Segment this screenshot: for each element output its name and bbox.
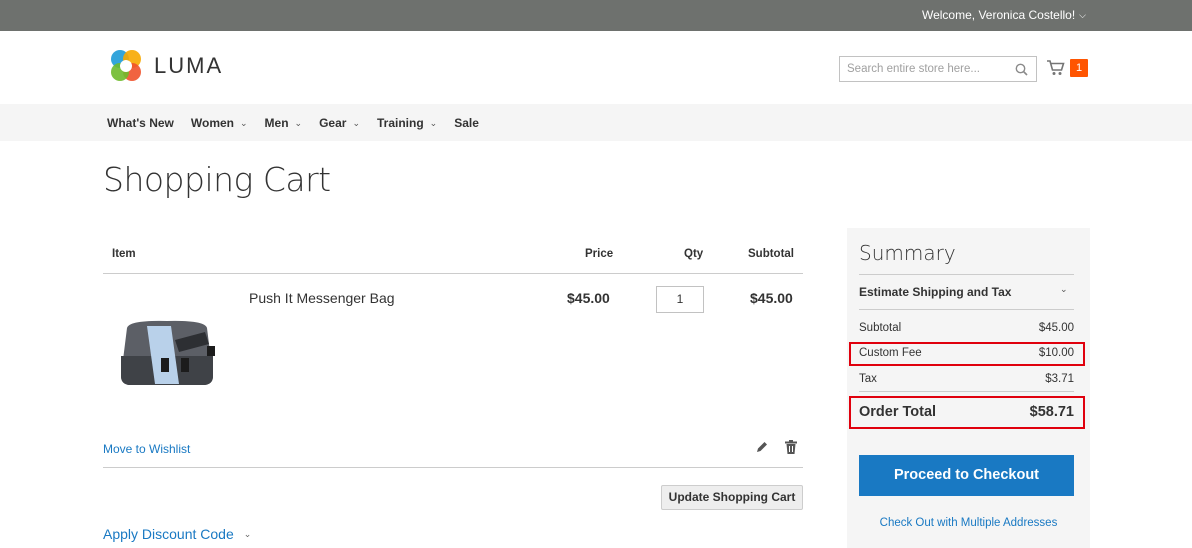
header: LUMA 1 xyxy=(0,31,1192,104)
summary-title: Summary xyxy=(859,241,956,265)
summary-panel: Summary Estimate Shipping and Tax ⌄ Subt… xyxy=(847,228,1090,548)
item-price: $45.00 xyxy=(567,290,610,306)
subtotal-label: Subtotal xyxy=(859,322,902,334)
minicart[interactable]: 1 xyxy=(1046,59,1088,77)
header-price: Price xyxy=(585,248,614,260)
multi-address-checkout-link[interactable]: Check Out with Multiple Addresses xyxy=(847,517,1090,529)
item-subtotal: $45.00 xyxy=(750,290,793,306)
tax-value: $3.71 xyxy=(1045,373,1074,385)
cart-icon xyxy=(1047,60,1065,75)
divider xyxy=(859,391,1074,392)
subtotal-value: $45.00 xyxy=(1038,322,1074,334)
proceed-to-checkout-button[interactable]: Proceed to Checkout xyxy=(859,455,1074,496)
main-navigation: What's New Women ⌄ Men ⌄ Gear ⌄ Training ⌄ S… xyxy=(0,104,1192,141)
search-icon[interactable] xyxy=(1015,63,1028,81)
chevron-down-icon[interactable]: ⌄ xyxy=(1060,284,1068,295)
chevron-down-icon: ⌄ xyxy=(352,117,360,128)
order-total-row: Order Total $58.71 xyxy=(859,404,1074,420)
logo-text: LUMA xyxy=(154,53,224,78)
nav-item-training[interactable]: Training ⌄ xyxy=(377,116,437,130)
qty-input[interactable]: 1 xyxy=(656,286,704,313)
nav-item-sale[interactable]: Sale xyxy=(454,116,479,130)
search-input[interactable] xyxy=(840,57,1010,81)
move-to-wishlist-link[interactable]: Move to Wishlist xyxy=(103,442,190,456)
divider xyxy=(859,309,1074,310)
order-total-value: $58.71 xyxy=(1029,404,1074,420)
item-actions xyxy=(755,440,797,459)
tax-row: Tax $3.71 xyxy=(859,373,1074,385)
chevron-down-icon: ⌵ xyxy=(1079,9,1086,20)
header-subtotal: Subtotal xyxy=(748,248,794,260)
discount-label: Apply Discount Code xyxy=(103,526,234,542)
order-total-label: Order Total xyxy=(859,404,937,420)
divider xyxy=(103,467,803,468)
estimate-shipping-toggle[interactable]: Estimate Shipping and Tax xyxy=(859,285,1011,299)
top-bar: Welcome, Veronica Costello! ⌵ xyxy=(0,0,1192,31)
tax-label: Tax xyxy=(859,373,877,385)
nav-item-whats-new[interactable]: What's New xyxy=(107,116,174,130)
update-cart-button[interactable]: Update Shopping Cart xyxy=(661,485,803,510)
customer-menu[interactable]: Welcome, Veronica Costello! ⌵ xyxy=(922,8,1086,22)
chevron-down-icon: ⌄ xyxy=(294,117,303,128)
product-name-link[interactable]: Push It Messenger Bag xyxy=(249,290,395,306)
chevron-down-icon: ⌄ xyxy=(429,117,438,128)
logo[interactable]: LUMA xyxy=(108,48,223,84)
header-item: Item xyxy=(112,248,136,260)
product-image[interactable] xyxy=(117,318,217,393)
chevron-down-icon: ⌄ xyxy=(243,528,252,539)
nav-item-women[interactable]: Women ⌄ xyxy=(191,116,248,130)
nav-item-gear[interactable]: Gear ⌄ xyxy=(319,116,360,130)
page-title: Shopping Cart xyxy=(103,160,331,199)
chevron-down-icon: ⌄ xyxy=(240,117,248,128)
search-box xyxy=(839,56,1037,82)
luma-logo-icon xyxy=(111,50,141,81)
divider xyxy=(859,274,1074,275)
pencil-icon[interactable] xyxy=(755,440,769,459)
cart-count-badge: 1 xyxy=(1070,59,1088,77)
nav-item-men[interactable]: Men ⌄ xyxy=(265,116,303,130)
welcome-text: Welcome, Veronica Costello! xyxy=(921,8,1076,22)
subtotal-row: Subtotal $45.00 xyxy=(859,322,1074,334)
custom-fee-value: $10.00 xyxy=(1038,347,1074,359)
trash-icon[interactable] xyxy=(785,440,797,459)
apply-discount-toggle[interactable]: Apply Discount Code ⌄ xyxy=(103,526,251,542)
custom-fee-row: Custom Fee $10.00 xyxy=(859,347,1074,359)
custom-fee-label: Custom Fee xyxy=(859,347,922,359)
header-qty: Qty xyxy=(684,248,704,260)
divider xyxy=(103,273,803,274)
